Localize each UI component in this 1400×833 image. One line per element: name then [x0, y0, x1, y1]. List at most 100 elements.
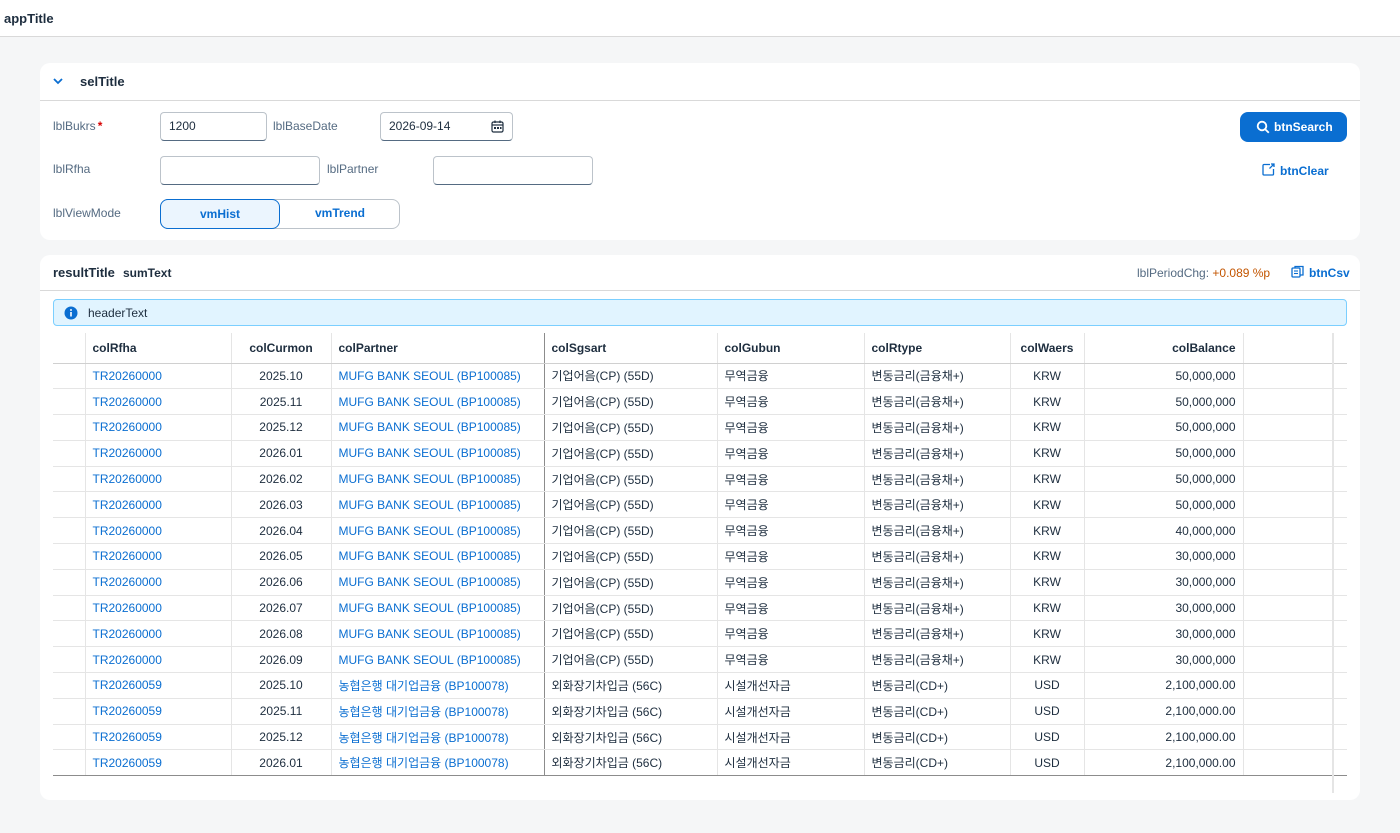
row-selector[interactable] [53, 388, 86, 416]
table-row[interactable]: TR20260000 2025.12 MUFG BANK SEOUL (BP1000… [53, 414, 1347, 441]
row-selector[interactable] [53, 646, 86, 674]
row-selector[interactable] [53, 491, 86, 519]
table-row[interactable]: TR20260000 2026.08 MUFG BANK SEOUL (BP1000… [53, 620, 1347, 648]
row-selector[interactable] [53, 749, 86, 777]
row-selector[interactable] [53, 724, 86, 751]
base-date-input[interactable]: 2026-09-14 [380, 112, 513, 141]
calendar-icon[interactable] [491, 120, 504, 133]
row-selector[interactable] [53, 440, 86, 467]
table-row[interactable]: TR20260000 2025.10 MUFG BANK SEOUL (BP1000… [53, 363, 1347, 390]
cell-partner[interactable]: 농협은행 대기업금융 (BP100078) [331, 672, 545, 699]
cell-rfha[interactable]: TR20260000 [85, 388, 232, 416]
cell-rfha[interactable]: TR20260000 [85, 363, 232, 390]
rfha-input[interactable] [160, 156, 320, 185]
column-header[interactable]: colSgsart [544, 333, 718, 364]
row-selector[interactable] [53, 620, 86, 648]
cell-gubun: 무역금융 [717, 466, 865, 493]
cell-rfha[interactable]: TR20260000 [85, 646, 232, 674]
cell-partner[interactable]: MUFG BANK SEOUL (BP100085) [331, 440, 545, 467]
table-row[interactable]: TR20260000 2026.07 MUFG BANK SEOUL (BP1000… [53, 595, 1347, 622]
info-strip: headerText [53, 299, 1347, 326]
table-row[interactable]: TR20260000 2026.05 MUFG BANK SEOUL (BP1000… [53, 543, 1347, 570]
view-mode-trend-button[interactable]: vmTrend [280, 199, 400, 229]
row-selector[interactable] [53, 363, 86, 390]
table-row[interactable]: TR20260000 2026.09 MUFG BANK SEOUL (BP1000… [53, 646, 1347, 674]
column-header[interactable]: colRfha [85, 333, 232, 364]
row-selector[interactable] [53, 672, 86, 699]
info-icon [64, 306, 78, 320]
chevron-down-icon[interactable] [52, 75, 64, 87]
cell-rfha[interactable]: TR20260000 [85, 491, 232, 519]
cell-partner[interactable]: MUFG BANK SEOUL (BP100085) [331, 414, 545, 441]
view-mode-hist-button[interactable]: vmHist [160, 199, 280, 229]
cell-waers: KRW [1010, 543, 1085, 570]
column-header[interactable]: colWaers [1010, 333, 1085, 364]
cell-waers: KRW [1010, 414, 1085, 441]
cell-sgsart: 기업어음(CP) (55D) [544, 595, 718, 622]
csv-button[interactable]: btnCsv [1290, 264, 1350, 282]
table-row[interactable]: TR20260059 2025.10 농협은행 대기업금융 (BP100078) 외화… [53, 672, 1347, 699]
selection-panel-header[interactable]: selTitle [40, 63, 1360, 101]
cell-partner[interactable]: MUFG BANK SEOUL (BP100085) [331, 569, 545, 596]
cell-balance: 50,000,000 [1084, 440, 1244, 467]
column-header[interactable]: colRtype [864, 333, 1011, 364]
cell-partner[interactable]: MUFG BANK SEOUL (BP100085) [331, 466, 545, 493]
table-header-row: colRfha colCurmon colPartner colSgsart c… [53, 333, 1347, 364]
row-selector[interactable] [53, 414, 86, 441]
cell-partner[interactable]: 농협은행 대기업금융 (BP100078) [331, 749, 545, 777]
vertical-scrollbar[interactable] [1332, 333, 1334, 793]
column-header[interactable]: colBalance [1084, 333, 1244, 364]
cell-partner[interactable]: MUFG BANK SEOUL (BP100085) [331, 363, 545, 390]
clear-button[interactable]: btnClear [1256, 161, 1352, 181]
cell-rfha[interactable]: TR20260000 [85, 414, 232, 441]
row-selector[interactable] [53, 698, 86, 725]
table-row[interactable]: TR20260000 2026.03 MUFG BANK SEOUL (BP1000… [53, 491, 1347, 519]
cell-gubun: 무역금융 [717, 543, 865, 570]
cell-rfha[interactable]: TR20260000 [85, 543, 232, 570]
cell-rfha[interactable]: TR20260059 [85, 724, 232, 751]
table-row[interactable]: TR20260000 2026.06 MUFG BANK SEOUL (BP1000… [53, 569, 1347, 596]
column-header[interactable]: colCurmon [231, 333, 332, 364]
bukrs-input[interactable]: 1200 [160, 112, 267, 141]
cell-partner[interactable]: 농협은행 대기업금융 (BP100078) [331, 698, 545, 725]
column-header[interactable]: colPartner [331, 333, 545, 364]
search-button[interactable]: btnSearch [1240, 112, 1347, 142]
cell-rfha[interactable]: TR20260000 [85, 620, 232, 648]
table-row[interactable]: TR20260059 2025.12 농협은행 대기업금융 (BP100078) 외화… [53, 724, 1347, 751]
cell-rfha[interactable]: TR20260059 [85, 749, 232, 777]
cell-curmon: 2026.07 [231, 595, 332, 622]
cell-partner[interactable]: MUFG BANK SEOUL (BP100085) [331, 388, 545, 416]
table-row[interactable]: TR20260059 2026.01 농협은행 대기업금융 (BP100078) 외화… [53, 749, 1347, 777]
table-row[interactable]: TR20260000 2026.04 MUFG BANK SEOUL (BP1000… [53, 517, 1347, 545]
row-selector[interactable] [53, 466, 86, 493]
cell-gubun: 시설개선자금 [717, 698, 865, 725]
cell-rfha[interactable]: TR20260059 [85, 672, 232, 699]
cell-partner[interactable]: MUFG BANK SEOUL (BP100085) [331, 517, 545, 545]
cell-rfha[interactable]: TR20260059 [85, 698, 232, 725]
cell-partner[interactable]: MUFG BANK SEOUL (BP100085) [331, 543, 545, 570]
cell-rfha[interactable]: TR20260000 [85, 440, 232, 467]
cell-rfha[interactable]: TR20260000 [85, 595, 232, 622]
table-row[interactable]: TR20260059 2025.11 농협은행 대기업금융 (BP100078) 외화… [53, 698, 1347, 725]
cell-partner[interactable]: 농협은행 대기업금융 (BP100078) [331, 724, 545, 751]
cell-partner[interactable]: MUFG BANK SEOUL (BP100085) [331, 620, 545, 648]
cell-rfha[interactable]: TR20260000 [85, 466, 232, 493]
row-selector[interactable] [53, 595, 86, 622]
table-row[interactable]: TR20260000 2026.02 MUFG BANK SEOUL (BP1000… [53, 466, 1347, 493]
cell-rfha[interactable]: TR20260000 [85, 517, 232, 545]
cell-waers: USD [1010, 672, 1085, 699]
table-row[interactable]: TR20260000 2025.11 MUFG BANK SEOUL (BP1000… [53, 388, 1347, 416]
row-selector[interactable] [53, 543, 86, 570]
cell-partner[interactable]: MUFG BANK SEOUL (BP100085) [331, 491, 545, 519]
cell-partner[interactable]: MUFG BANK SEOUL (BP100085) [331, 646, 545, 674]
partner-input[interactable] [433, 156, 593, 185]
result-table-container[interactable]: colRfha colCurmon colPartner colSgsart c… [53, 333, 1347, 793]
table-row[interactable]: TR20260000 2026.01 MUFG BANK SEOUL (BP1000… [53, 440, 1347, 467]
row-selector[interactable] [53, 517, 86, 545]
column-header[interactable]: colGubun [717, 333, 865, 364]
row-selector[interactable] [53, 569, 86, 596]
period-change-value: +0.089 %p [1212, 266, 1271, 280]
cell-balance: 30,000,000 [1084, 646, 1244, 674]
cell-rfha[interactable]: TR20260000 [85, 569, 232, 596]
cell-partner[interactable]: MUFG BANK SEOUL (BP100085) [331, 595, 545, 622]
